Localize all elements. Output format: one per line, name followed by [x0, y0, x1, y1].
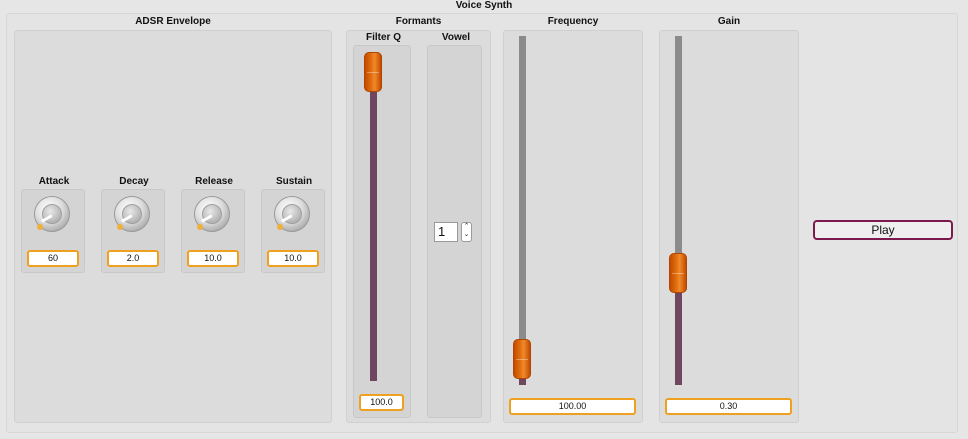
frequency-value-field[interactable]: 100.00 [509, 398, 636, 415]
release-value-field[interactable]: 10.0 [187, 250, 239, 267]
decay-value-field[interactable]: 2.0 [107, 250, 159, 267]
frequency-section-title: Frequency [547, 16, 599, 27]
vowel-stepper[interactable]: ⌃ ⌄ [461, 222, 472, 242]
frequency-track-upper[interactable] [519, 36, 526, 345]
release-knob-indicator [197, 224, 203, 230]
release-label: Release [195, 176, 233, 187]
filter-q-label: Filter Q [365, 32, 401, 43]
gain-track-upper[interactable] [675, 36, 682, 263]
filter-q-track[interactable] [370, 68, 377, 381]
window-title: Voice Synth [455, 0, 513, 11]
decay-knob-indicator [117, 224, 123, 230]
filter-q-slider-thumb[interactable] [364, 52, 382, 92]
sustain-knob-indicator [277, 224, 283, 230]
stepper-up-icon[interactable]: ⌃ [462, 223, 471, 231]
attack-knob-indicator [37, 224, 43, 230]
play-button[interactable]: Play [813, 220, 953, 240]
gain-section-title: Gain [717, 16, 741, 27]
attack-value-field[interactable]: 60 [27, 250, 79, 267]
decay-knob[interactable] [114, 196, 150, 232]
release-knob[interactable] [194, 196, 230, 232]
frequency-slider-thumb[interactable] [513, 339, 531, 379]
decay-label: Decay [119, 176, 149, 187]
filter-q-panel [353, 45, 411, 418]
stepper-down-icon[interactable]: ⌄ [462, 231, 471, 239]
vowel-label: Vowel [441, 32, 471, 43]
attack-knob[interactable] [34, 196, 70, 232]
gain-slider-thumb[interactable] [669, 253, 687, 293]
formants-section-title: Formants [395, 16, 442, 27]
attack-label: Attack [38, 176, 70, 187]
sustain-value-field[interactable]: 10.0 [267, 250, 319, 267]
sustain-label: Sustain [275, 176, 313, 187]
gain-value-field[interactable]: 0.30 [665, 398, 792, 415]
adsr-section-title: ADSR Envelope [135, 16, 211, 27]
filter-q-value-field[interactable]: 100.0 [359, 394, 404, 411]
sustain-knob[interactable] [274, 196, 310, 232]
vowel-input[interactable]: 1 [434, 222, 458, 242]
